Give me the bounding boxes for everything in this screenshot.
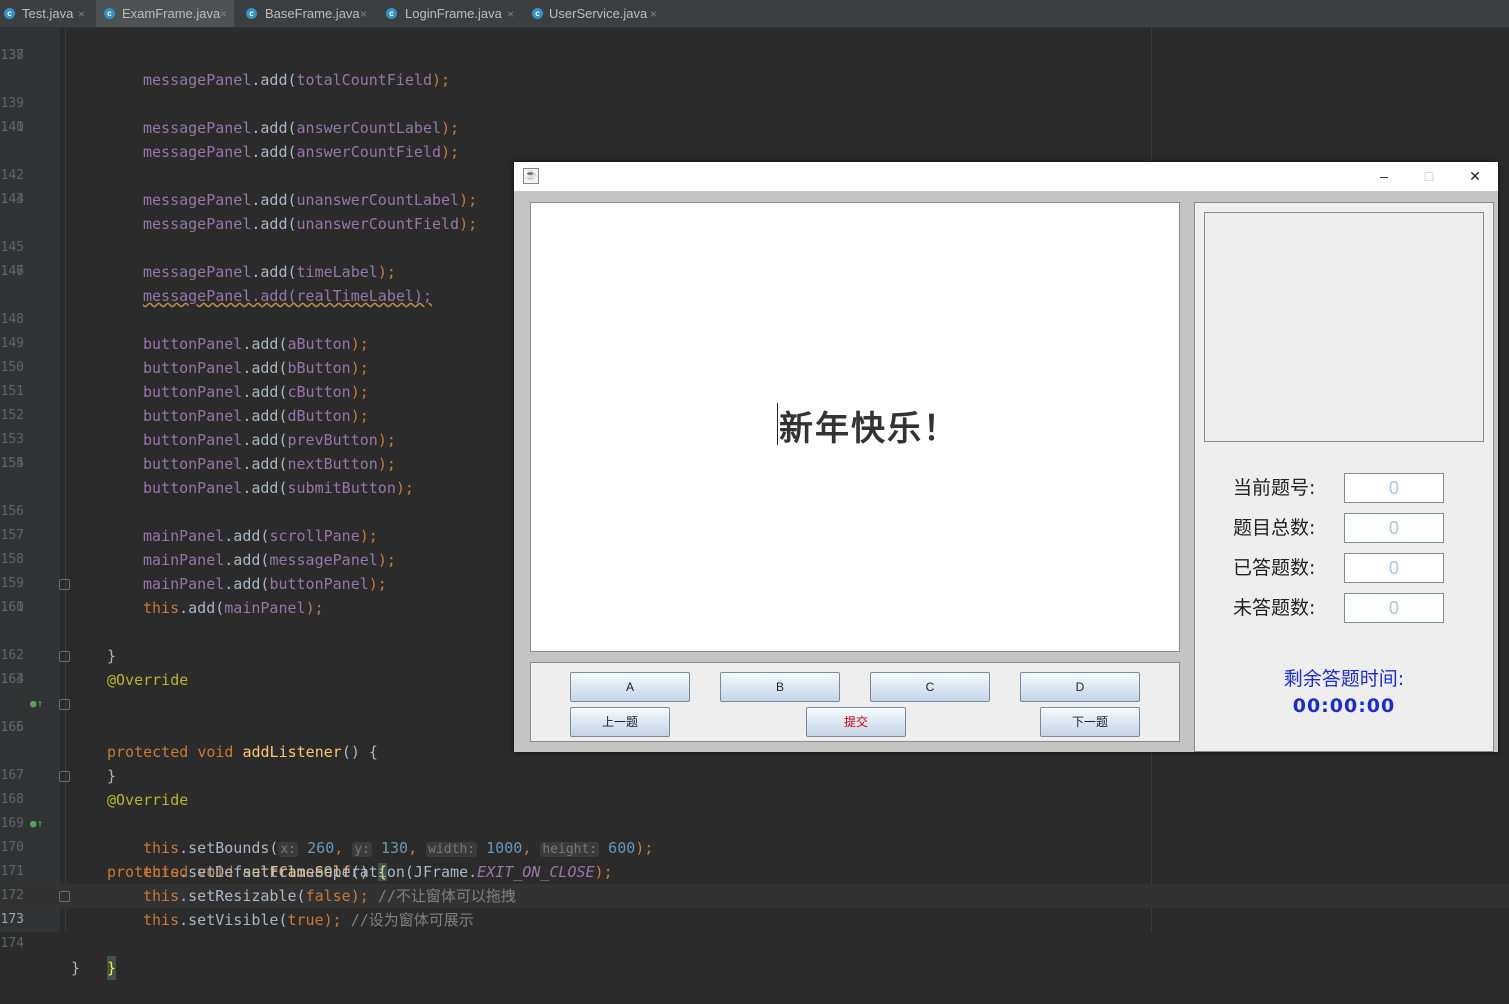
- code-line: 170 this.setDefaultCloseOperation(JFrame…: [0, 840, 613, 881]
- total-count-label: 题目总数:: [1233, 517, 1316, 539]
- option-d-button[interactable]: D: [1020, 672, 1140, 702]
- question-scroll-pane[interactable]: 新年快乐！: [530, 202, 1180, 652]
- tab-label: BaseFrame.java: [265, 6, 360, 21]
- gutter-separator: [65, 28, 66, 932]
- code-line: 149 buttonPanel.add(bButton);: [0, 336, 369, 377]
- tab-examframe-java[interactable]: c ExamFrame.java ×: [96, 0, 234, 27]
- close-button[interactable]: ✕: [1452, 162, 1498, 191]
- exam-window: ☕ – □ ✕ 新年快乐！ A B C D 上一题 提交 下一题 当前题号: 0…: [514, 162, 1498, 752]
- close-icon[interactable]: ×: [507, 0, 514, 28]
- tab-userservice-java[interactable]: c UserService.java ×: [526, 0, 666, 27]
- code-line: 146 messagePanel.add(realTimeLabel);: [0, 236, 432, 305]
- answer-count-label: 已答题数:: [1233, 557, 1316, 579]
- close-icon[interactable]: ×: [650, 0, 657, 28]
- code-line: 148 buttonPanel.add(aButton);: [0, 312, 369, 353]
- real-time-label: 00:00:00: [1292, 695, 1396, 717]
- warning-code: messagePanel.add(realTimeLabel);: [143, 287, 432, 305]
- editor-tab-bar: c Test.java × c ExamFrame.java × c BaseF…: [0, 0, 1509, 28]
- code-line: 153 buttonPanel.add(nextButton);: [0, 432, 396, 473]
- java-class-icon: c: [246, 8, 257, 19]
- message-panel: 当前题号: 0 题目总数: 0 已答题数: 0 未答题数: 0 剩余答题时间: …: [1194, 202, 1494, 752]
- code-line: 173 }: [0, 884, 117, 980]
- image-placeholder: [1204, 212, 1484, 442]
- code-line: 140 messagePanel.add(answerCountField);: [0, 120, 460, 161]
- param-hint: x:: [278, 842, 299, 857]
- fold-icon[interactable]: [59, 771, 70, 782]
- code-line: 139 messagePanel.add(answerCountLabel);: [0, 96, 460, 137]
- code-line: 171 this.setResizable(false); //不让窗体可以拖拽: [0, 864, 516, 905]
- param-hint: width:: [426, 842, 478, 857]
- question-text-area[interactable]: 新年快乐！: [531, 203, 1179, 651]
- next-question-button[interactable]: 下一题: [1040, 707, 1140, 737]
- code-line: 137 messagePanel.add(totalCountField);: [0, 20, 451, 89]
- code-line: 167 @Override: [0, 768, 189, 809]
- fold-icon[interactable]: [59, 891, 70, 902]
- code-line: 158 mainPanel.add(buttonPanel);: [0, 552, 387, 593]
- fold-icon[interactable]: [59, 579, 70, 590]
- submit-button[interactable]: 提交: [806, 707, 906, 737]
- tab-label: ExamFrame.java: [122, 6, 221, 21]
- code-line: 142 messagePanel.add(unanswerCountLabel)…: [0, 168, 478, 209]
- code-line: 152 buttonPanel.add(prevButton);: [0, 408, 396, 449]
- tab-baseframe-java[interactable]: c BaseFrame.java ×: [240, 0, 376, 27]
- current-number-label: 当前题号:: [1233, 477, 1316, 499]
- code-line: 159 this.add(mainPanel);: [0, 576, 324, 617]
- code-line: 172 this.setVisible(true); //设为窗体可展示: [0, 888, 474, 929]
- fold-icon[interactable]: [59, 699, 70, 710]
- close-icon[interactable]: ×: [220, 0, 227, 28]
- param-hint: height:: [540, 842, 600, 857]
- code-line: 174 }: [0, 936, 81, 977]
- unanswer-count-label: 未答题数:: [1233, 597, 1316, 619]
- java-class-icon: c: [532, 8, 543, 19]
- java-class-icon: c: [104, 8, 115, 19]
- option-a-button[interactable]: A: [570, 672, 690, 702]
- fold-icon[interactable]: [59, 651, 70, 662]
- question-text: 新年快乐！: [779, 409, 959, 449]
- code-line: 143 messagePanel.add(unanswerCountField)…: [0, 192, 478, 233]
- unanswer-count-field[interactable]: 0: [1344, 593, 1444, 623]
- current-number-field[interactable]: 0: [1344, 473, 1444, 503]
- code-line: 169 this.setBounds(x: 260, y: 130, width…: [0, 816, 654, 857]
- code-line: 154 buttonPanel.add(submitButton);: [0, 456, 414, 497]
- tab-loginframe-java[interactable]: c LoginFrame.java ×: [380, 0, 522, 27]
- close-icon[interactable]: ×: [78, 0, 85, 28]
- option-b-button[interactable]: B: [720, 672, 840, 702]
- minimize-button[interactable]: –: [1361, 162, 1407, 191]
- code-line: 150 buttonPanel.add(cButton);: [0, 360, 369, 401]
- java-class-icon: c: [386, 8, 397, 19]
- answer-count-field[interactable]: 0: [1344, 553, 1444, 583]
- code-line: 163 ●↑ protected void addListener() {: [0, 644, 378, 761]
- param-hint: y:: [352, 842, 372, 857]
- code-line: 157 mainPanel.add(messagePanel);: [0, 528, 396, 569]
- tab-label: LoginFrame.java: [405, 6, 502, 21]
- prev-question-button[interactable]: 上一题: [570, 707, 670, 737]
- window-titlebar[interactable]: ☕ – □ ✕: [514, 162, 1498, 191]
- code-line: 168 ●↑ protected void setFrameSelf() {: [0, 764, 387, 881]
- code-line: 162 @Override: [0, 648, 189, 689]
- code-line: 145 messagePanel.add(timeLabel);: [0, 240, 396, 281]
- tab-label: UserService.java: [549, 6, 648, 21]
- option-c-button[interactable]: C: [870, 672, 990, 702]
- java-app-icon: ☕: [523, 168, 539, 184]
- java-class-icon: c: [4, 8, 15, 19]
- total-count-field[interactable]: 0: [1344, 513, 1444, 543]
- code-line: 160 }: [0, 572, 116, 665]
- button-panel: A B C D 上一题 提交 下一题: [530, 662, 1180, 742]
- close-icon[interactable]: ×: [360, 0, 367, 28]
- text-caret: [777, 403, 778, 445]
- code-line: 165 }: [0, 692, 116, 785]
- maximize-button: □: [1424, 168, 1434, 184]
- time-label: 剩余答题时间:: [1283, 668, 1405, 690]
- code-line: 151 buttonPanel.add(dButton);: [0, 384, 369, 425]
- code-line: 156 mainPanel.add(scrollPane);: [0, 504, 378, 545]
